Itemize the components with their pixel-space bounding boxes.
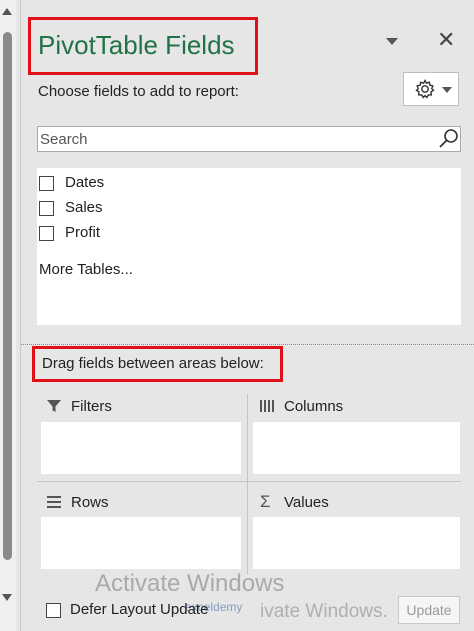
settings-caret-icon (442, 87, 452, 93)
scroll-thumb[interactable] (3, 32, 12, 560)
title-highlight-box (28, 17, 258, 75)
columns-area-label: Columns (284, 398, 344, 415)
scroll-down-icon[interactable] (2, 594, 12, 601)
field-checkbox[interactable] (39, 201, 54, 216)
vertical-scrollbar[interactable] (0, 0, 16, 631)
field-checkbox[interactable] (39, 226, 54, 241)
search-icon[interactable] (437, 127, 461, 151)
rows-drop-area[interactable] (41, 517, 241, 569)
rows-area-label: Rows (71, 494, 109, 511)
close-icon[interactable]: ✕ (437, 27, 455, 53)
drag-label-highlight-box (32, 346, 283, 382)
rows-icon (47, 496, 61, 508)
columns-icon (260, 400, 274, 412)
field-label: Dates (65, 174, 105, 191)
update-button[interactable]: Update (398, 596, 460, 624)
field-label: Sales (65, 199, 103, 216)
chevron-down-icon[interactable] (386, 38, 398, 45)
area-divider-horizontal (37, 481, 461, 482)
filters-area-label: Filters (71, 398, 112, 415)
search-input[interactable] (37, 126, 461, 152)
activate-windows-watermark: Activate Windows (95, 570, 285, 597)
scroll-up-icon[interactable] (2, 8, 12, 15)
choose-fields-label: Choose fields to add to report: (38, 83, 239, 100)
filters-drop-area[interactable] (41, 422, 241, 474)
field-checkbox[interactable] (39, 176, 54, 191)
area-divider-vertical (247, 394, 248, 574)
defer-layout-checkbox[interactable] (46, 603, 61, 618)
field-label: Profit (65, 224, 101, 241)
gear-icon (415, 78, 435, 99)
sigma-icon: Σ (260, 492, 271, 511)
values-drop-area[interactable] (253, 517, 460, 569)
tools-settings-button[interactable] (403, 72, 459, 106)
more-tables-link[interactable]: More Tables... (39, 261, 133, 278)
pane-splitter[interactable] (21, 344, 474, 345)
values-area-label: Values (284, 494, 329, 511)
defer-layout-label: Defer Layout Update (70, 601, 209, 618)
field-list: Dates Sales Profit More Tables... (37, 168, 461, 325)
activate-windows-watermark-secondary: ivate Windows. (260, 601, 388, 622)
columns-drop-area[interactable] (253, 422, 460, 474)
filter-icon (47, 400, 61, 412)
panel-border (20, 0, 21, 631)
